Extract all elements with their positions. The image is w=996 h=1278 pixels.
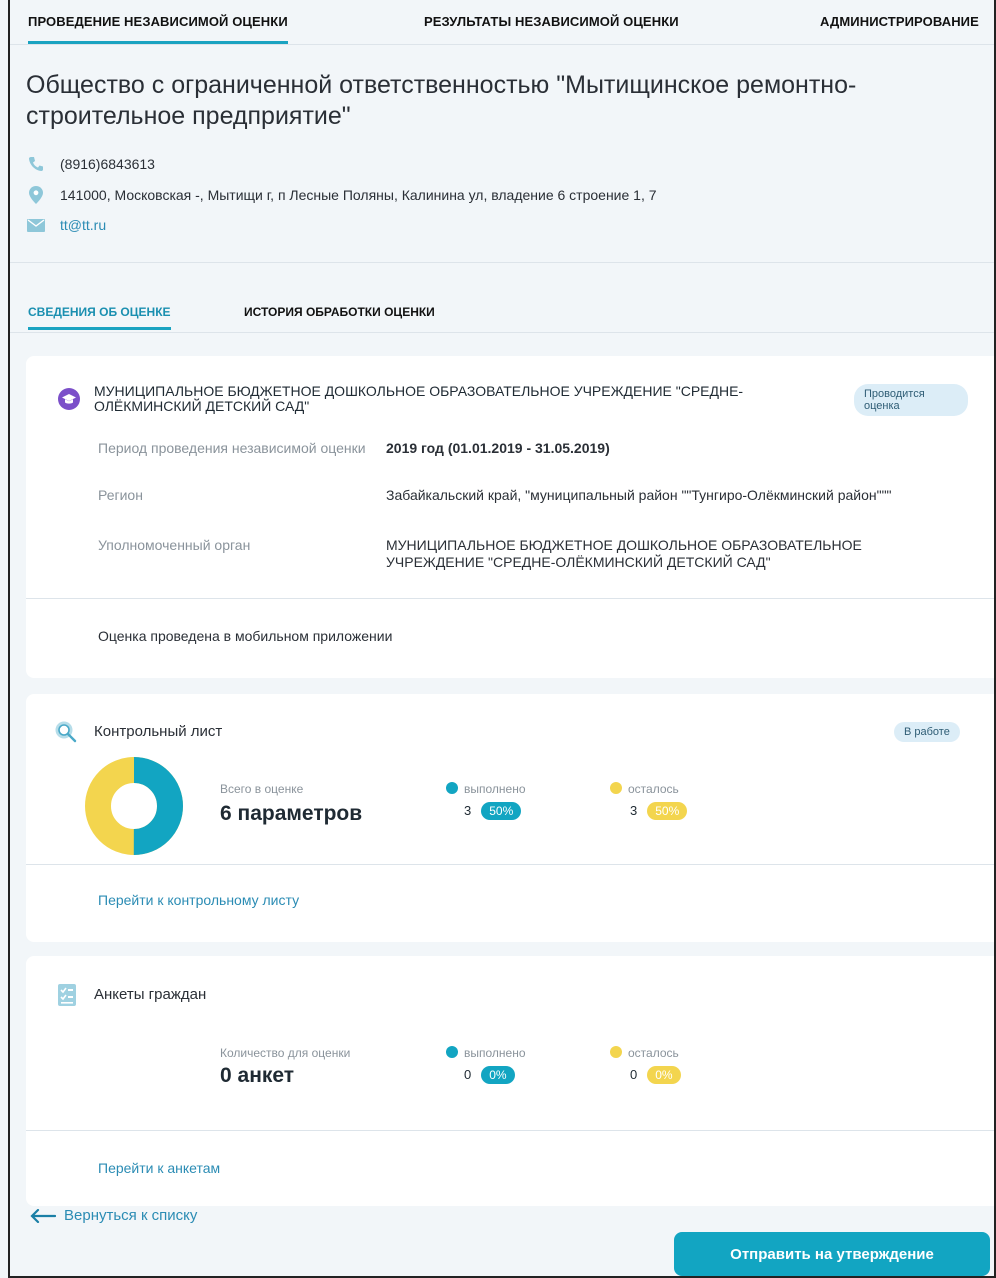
location-pin-icon	[26, 186, 46, 204]
left-dot	[610, 782, 622, 794]
back-to-list-label: Вернуться к списку	[64, 1207, 198, 1224]
surveys-left-count: 0	[630, 1067, 638, 1082]
done-count: 3	[464, 803, 472, 818]
top-navigation: ПРОВЕДЕНИЕ НЕЗАВИСИМОЙ ОЦЕНКИ РЕЗУЛЬТАТЫ…	[10, 0, 994, 44]
surveys-done-stats: 0 0%	[464, 1066, 515, 1084]
status-badge: Проводится оценка	[854, 384, 968, 416]
authority-label: Уполномоченный орган	[98, 537, 251, 553]
done-percent-pill: 50%	[481, 802, 522, 820]
graduation-cap-icon	[58, 388, 80, 415]
send-for-approval-button[interactable]: Отправить на утверждение	[674, 1232, 990, 1276]
checklist-title: Контрольный лист	[94, 723, 223, 740]
checklist-done-stats: 3 50%	[464, 802, 522, 820]
surveys-left-dot	[610, 1046, 622, 1058]
checklist-total-value: 6 параметров	[220, 802, 363, 825]
left-percent-pill: 50%	[647, 802, 688, 820]
assessment-card: МУНИЦИПАЛЬНОЕ БЮДЖЕТНОЕ ДОШКОЛЬНОЕ ОБРАЗ…	[26, 356, 994, 678]
mobile-note: Оценка проведена в мобильном приложении	[98, 628, 393, 644]
back-to-list-link[interactable]: Вернуться к списку	[30, 1207, 197, 1224]
surveys-divider	[26, 1130, 994, 1131]
page-frame: ПРОВЕДЕНИЕ НЕЗАВИСИМОЙ ОЦЕНКИ РЕЗУЛЬТАТЫ…	[8, 0, 996, 1278]
search-document-icon	[54, 720, 78, 749]
go-to-checklist-link[interactable]: Перейти к контрольному листу	[98, 892, 299, 908]
checklist-done-label: выполнено	[446, 782, 526, 796]
surveys-left-label-text: осталось	[628, 1046, 679, 1060]
address-text: 141000, Московская -, Мытищи г, п Лесные…	[60, 187, 657, 203]
nav-tab-results[interactable]: РЕЗУЛЬТАТЫ НЕЗАВИСИМОЙ ОЦЕНКИ	[424, 14, 679, 29]
nav-tab-admin[interactable]: АДМИНИСТРИРОВАНИЕ	[820, 14, 979, 29]
phone-icon	[26, 155, 46, 173]
survey-list-icon	[58, 984, 76, 1011]
checklist-card: Контрольный лист В работе Всего в оценке…	[26, 694, 994, 942]
surveys-done-label: выполнено	[446, 1046, 526, 1060]
subtabs-divider	[10, 332, 994, 333]
done-label-text: выполнено	[464, 782, 526, 796]
surveys-card: Анкеты граждан Количество для оценки 0 а…	[26, 956, 994, 1206]
tab-processing-history[interactable]: ИСТОРИЯ ОБРАБОТКИ ОЦЕНКИ	[244, 305, 435, 319]
institution-name: МУНИЦИПАЛЬНОЕ БЮДЖЕТНОЕ ДОШКОЛЬНОЕ ОБРАЗ…	[94, 383, 744, 414]
tab-assessment-info[interactable]: СВЕДЕНИЯ ОБ ОЦЕНКЕ	[28, 305, 171, 330]
org-title: Общество с ограниченной ответственностью…	[26, 71, 857, 130]
checklist-left-label: осталось	[610, 782, 679, 796]
surveys-done-label-text: выполнено	[464, 1046, 526, 1060]
period-label: Период проведения независимой оценки	[98, 440, 366, 456]
surveys-left-percent-pill: 0%	[647, 1066, 681, 1084]
left-label-text: осталось	[628, 782, 679, 796]
surveys-title: Анкеты граждан	[94, 986, 207, 1003]
surveys-left-stats: 0 0%	[630, 1066, 681, 1084]
nav-divider	[10, 44, 994, 45]
surveys-done-count: 0	[464, 1067, 472, 1082]
region-value: Забайкальский край, "муниципальный район…	[386, 487, 892, 503]
surveys-left-label: осталось	[610, 1046, 679, 1060]
checklist-left-stats: 3 50%	[630, 802, 688, 820]
surveys-done-percent-pill: 0%	[481, 1066, 515, 1084]
address-row: 141000, Московская -, Мытищи г, п Лесные…	[26, 186, 657, 204]
phone-text: (8916)6843613	[60, 156, 155, 172]
phone-row: (8916)6843613	[26, 155, 155, 173]
period-value: 2019 год (01.01.2019 - 31.05.2019)	[386, 440, 610, 456]
checklist-divider	[26, 864, 994, 865]
done-dot	[446, 782, 458, 794]
progress-donut-chart	[85, 757, 183, 855]
go-to-surveys-link[interactable]: Перейти к анкетам	[98, 1160, 220, 1176]
left-count: 3	[630, 803, 638, 818]
email-link[interactable]: tt@tt.ru	[60, 217, 106, 233]
surveys-done-dot	[446, 1046, 458, 1058]
header-divider	[10, 262, 994, 263]
region-label: Регион	[98, 487, 143, 503]
surveys-total-label: Количество для оценки	[220, 1046, 351, 1060]
authority-value: МУНИЦИПАЛЬНОЕ БЮДЖЕТНОЕ ДОШКОЛЬНОЕ ОБРАЗ…	[386, 537, 862, 570]
checklist-status-badge: В работе	[894, 722, 960, 742]
arrow-left-icon	[30, 1208, 56, 1223]
surveys-total-value: 0 анкет	[220, 1064, 295, 1087]
checklist-total-label: Всего в оценке	[220, 782, 304, 796]
envelope-icon	[26, 216, 46, 234]
nav-tab-conduct[interactable]: ПРОВЕДЕНИЕ НЕЗАВИСИМОЙ ОЦЕНКИ	[28, 14, 288, 44]
email-row: tt@tt.ru	[26, 216, 106, 234]
assessment-divider	[26, 598, 994, 599]
